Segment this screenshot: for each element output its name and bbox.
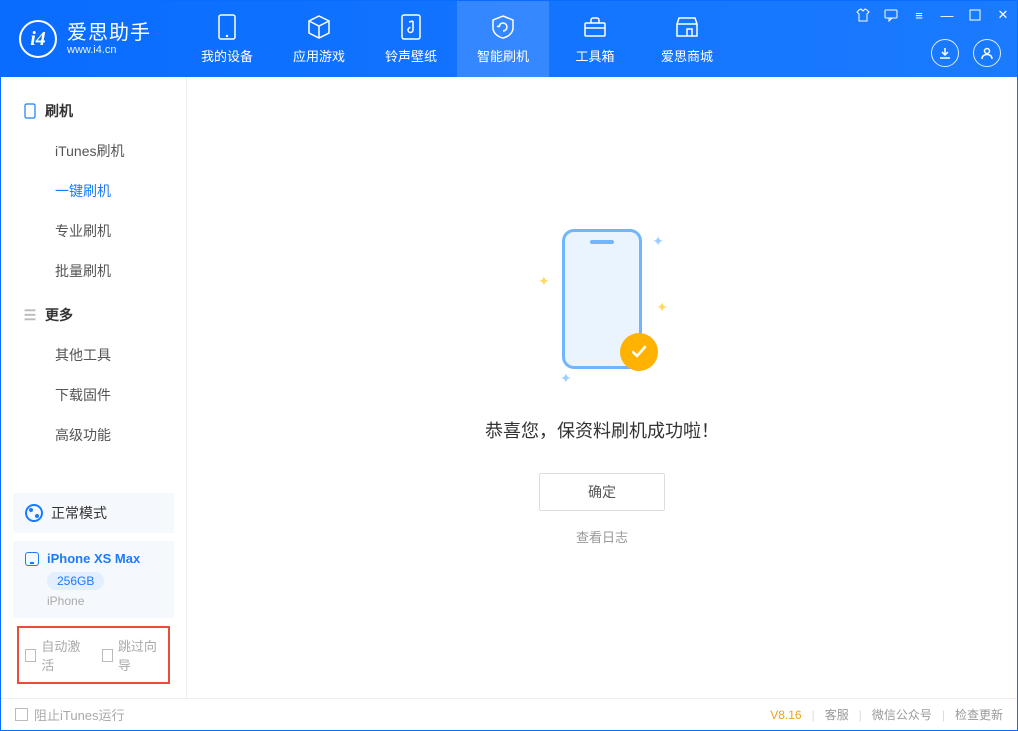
nav-tabs: 我的设备 应用游戏 铃声壁纸 智能刷机 工具箱 爱思商城 <box>181 1 733 77</box>
nav-tab-label: 智能刷机 <box>477 46 529 65</box>
checkbox-icon <box>102 649 113 662</box>
sidebar-item-pro-flash[interactable]: 专业刷机 <box>1 211 186 251</box>
sidebar: 刷机 iTunes刷机 一键刷机 专业刷机 批量刷机 ☰ 更多 其他工具 下载固… <box>1 77 187 698</box>
header-action-icons <box>931 39 1001 67</box>
feedback-icon[interactable] <box>883 7 899 23</box>
mode-card[interactable]: 正常模式 <box>13 493 174 533</box>
music-file-icon <box>398 14 424 40</box>
checkbox-skip-guide[interactable]: 跳过向导 <box>102 636 163 674</box>
nav-tab-device[interactable]: 我的设备 <box>181 1 273 77</box>
statusbar-right: V8.16 | 客服 | 微信公众号 | 检查更新 <box>770 706 1003 723</box>
sidebar-group-more: ☰ 更多 其他工具 下载固件 高级功能 <box>1 295 186 455</box>
version-label: V8.16 <box>770 708 801 722</box>
app-window: i4 爱思助手 www.i4.cn 我的设备 应用游戏 铃声壁纸 智能刷机 <box>0 0 1018 731</box>
refresh-shield-icon <box>490 14 516 40</box>
checkbox-icon <box>25 649 36 662</box>
sidebar-group-title: 刷机 <box>45 101 73 121</box>
device-storage-badge: 256GB <box>47 572 104 590</box>
success-illustration: ✦ ✦ ✦ ✦ <box>542 229 662 389</box>
divider: | <box>812 708 815 722</box>
sidebar-item-other-tools[interactable]: 其他工具 <box>1 335 186 375</box>
menu-icon[interactable]: ≡ <box>911 7 927 23</box>
minimize-icon[interactable]: — <box>939 7 955 23</box>
close-icon[interactable]: ✕ <box>995 7 1011 23</box>
sidebar-item-advanced[interactable]: 高级功能 <box>1 415 186 455</box>
body: 刷机 iTunes刷机 一键刷机 专业刷机 批量刷机 ☰ 更多 其他工具 下载固… <box>1 77 1017 698</box>
support-link[interactable]: 客服 <box>825 706 849 723</box>
wechat-link[interactable]: 微信公众号 <box>872 706 932 723</box>
checkbox-label: 阻止iTunes运行 <box>34 705 125 724</box>
device-small-icon <box>23 103 37 119</box>
nav-tab-label: 爱思商城 <box>661 46 713 65</box>
titlebar: i4 爱思助手 www.i4.cn 我的设备 应用游戏 铃声壁纸 智能刷机 <box>1 1 1017 77</box>
logo-area: i4 爱思助手 www.i4.cn <box>1 1 171 77</box>
sidebar-item-onekey-flash[interactable]: 一键刷机 <box>1 171 186 211</box>
nav-tab-ringtone[interactable]: 铃声壁纸 <box>365 1 457 77</box>
nav-tab-label: 应用游戏 <box>293 46 345 65</box>
sidebar-group-flash: 刷机 iTunes刷机 一键刷机 专业刷机 批量刷机 <box>1 91 186 291</box>
divider: | <box>859 708 862 722</box>
app-url: www.i4.cn <box>67 44 151 56</box>
divider: | <box>942 708 945 722</box>
maximize-icon[interactable] <box>967 7 983 23</box>
main-content: ✦ ✦ ✦ ✦ 恭喜您，保资料刷机成功啦！ 确定 查看日志 <box>187 77 1017 698</box>
nav-tab-label: 工具箱 <box>575 46 614 65</box>
app-name: 爱思助手 <box>67 22 151 44</box>
ok-button[interactable]: 确定 <box>539 473 665 511</box>
download-icon[interactable] <box>931 39 959 67</box>
cube-icon <box>306 14 332 40</box>
app-logo-text: 爱思助手 www.i4.cn <box>67 22 151 56</box>
device-card[interactable]: iPhone XS Max 256GB iPhone <box>13 541 174 618</box>
sidebar-group-head[interactable]: 刷机 <box>1 91 186 131</box>
nav-tab-flash[interactable]: 智能刷机 <box>457 1 549 77</box>
toolbox-icon <box>582 14 608 40</box>
success-message: 恭喜您，保资料刷机成功啦！ <box>485 417 719 443</box>
tshirt-icon[interactable] <box>855 7 871 23</box>
device-type: iPhone <box>47 594 162 608</box>
view-log-link[interactable]: 查看日志 <box>576 527 628 546</box>
sidebar-item-batch-flash[interactable]: 批量刷机 <box>1 251 186 291</box>
nav-tab-apps[interactable]: 应用游戏 <box>273 1 365 77</box>
sidebar-tree: 刷机 iTunes刷机 一键刷机 专业刷机 批量刷机 ☰ 更多 其他工具 下载固… <box>1 77 186 485</box>
window-controls: ≡ — ✕ <box>855 7 1011 23</box>
checkbox-block-itunes[interactable]: 阻止iTunes运行 <box>15 705 125 724</box>
checkbox-label: 自动激活 <box>41 636 85 674</box>
nav-tab-label: 我的设备 <box>201 46 253 65</box>
sparkle-icon: ✦ <box>652 233 664 250</box>
sparkle-icon: ✦ <box>560 370 572 387</box>
statusbar: 阻止iTunes运行 V8.16 | 客服 | 微信公众号 | 检查更新 <box>1 698 1017 730</box>
options-highlight-box: 自动激活 跳过向导 <box>17 626 170 684</box>
user-icon[interactable] <box>973 39 1001 67</box>
check-update-link[interactable]: 检查更新 <box>955 706 1003 723</box>
sidebar-item-itunes-flash[interactable]: iTunes刷机 <box>1 131 186 171</box>
sparkle-icon: ✦ <box>538 273 550 290</box>
nav-tab-toolbox[interactable]: 工具箱 <box>549 1 641 77</box>
mode-icon <box>25 504 43 522</box>
nav-tab-label: 铃声壁纸 <box>385 46 437 65</box>
app-logo-icon: i4 <box>19 20 57 58</box>
sidebar-group-head[interactable]: ☰ 更多 <box>1 295 186 335</box>
device-phone-icon <box>25 552 39 566</box>
device-name: iPhone XS Max <box>47 551 140 566</box>
mode-label: 正常模式 <box>51 503 107 523</box>
sidebar-item-download-fw[interactable]: 下载固件 <box>1 375 186 415</box>
more-lines-icon: ☰ <box>23 307 37 324</box>
nav-tab-store[interactable]: 爱思商城 <box>641 1 733 77</box>
checkbox-auto-activate[interactable]: 自动激活 <box>25 636 86 674</box>
checkbox-icon <box>15 708 28 721</box>
sparkle-icon: ✦ <box>656 299 668 316</box>
phone-icon <box>214 14 240 40</box>
sidebar-group-title: 更多 <box>45 305 73 325</box>
check-badge-icon <box>620 333 658 371</box>
store-icon <box>674 14 700 40</box>
sidebar-bottom: 正常模式 iPhone XS Max 256GB iPhone 自动激活 <box>1 485 186 698</box>
checkbox-label: 跳过向导 <box>118 636 162 674</box>
